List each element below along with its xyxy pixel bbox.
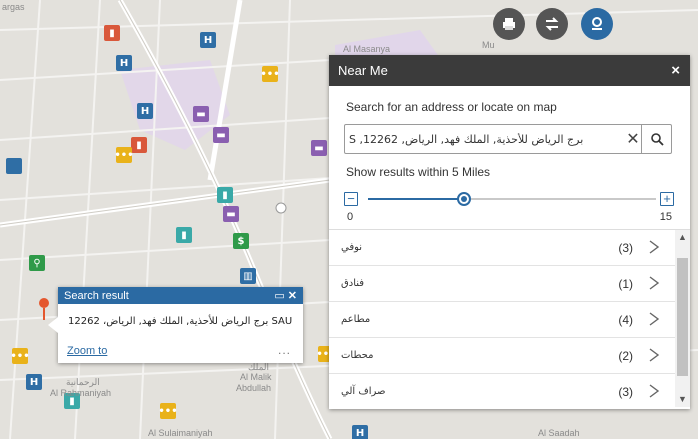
swap-icon: [545, 17, 559, 31]
chevron-right-icon: [649, 384, 660, 398]
search-prompt: Search for an address or locate on map: [346, 100, 557, 114]
panel-title: Near Me: [338, 63, 388, 78]
printer-icon: [503, 18, 515, 30]
slider-max-label: 15: [659, 211, 672, 223]
address-input[interactable]: [345, 125, 625, 153]
result-row[interactable]: فنادق (1): [329, 266, 675, 302]
more-menu-icon[interactable]: ...: [278, 343, 291, 357]
shop-icon[interactable]: ▮: [176, 227, 192, 243]
slider-thumb[interactable]: [457, 192, 471, 206]
close-button[interactable]: ×: [671, 62, 680, 79]
hotel-icon[interactable]: H: [116, 55, 132, 71]
popup-address: برج الرياض للأحذية, الملك فهد, الرياض، 1…: [68, 316, 293, 327]
clear-icon[interactable]: ✕: [625, 125, 641, 153]
result-count: (1): [618, 276, 633, 291]
swap-button[interactable]: [536, 8, 568, 40]
hotel-icon[interactable]: H: [137, 103, 153, 119]
map-label: argas: [2, 2, 25, 12]
chevron-right-icon: [649, 348, 660, 362]
result-count: (2): [618, 348, 633, 363]
map-label: Al Sulaimaniyah: [148, 428, 213, 438]
result-name: فنادق: [341, 278, 365, 289]
hotel-icon[interactable]: H: [352, 425, 368, 439]
hotel-icon[interactable]: [6, 158, 22, 174]
address-search: ✕: [344, 124, 672, 154]
chevron-right-icon: [649, 276, 660, 290]
result-row[interactable]: صراف آلي (3): [329, 374, 675, 407]
slider-min-label: 0: [347, 211, 354, 223]
near-me-panel: Near Me × Search for an address or locat…: [329, 55, 690, 409]
bed-icon[interactable]: ▬: [213, 127, 229, 143]
zoom-to-link[interactable]: Zoom to: [67, 345, 107, 357]
bed-icon[interactable]: ▬: [311, 140, 327, 156]
map-label: الرحمانية: [66, 377, 100, 387]
search-result-popup: Search result ▭ ✕ برج الرياض للأحذية, ال…: [48, 287, 303, 363]
results-scrollbar[interactable]: ▲ ▼: [675, 230, 690, 407]
food-icon[interactable]: •••: [260, 66, 280, 82]
map-label: Al Malik: [240, 372, 272, 382]
near-me-header: Near Me ×: [329, 55, 690, 86]
maximize-icon[interactable]: ▭: [274, 290, 284, 302]
shop-icon[interactable]: ▮: [217, 187, 233, 203]
map-label: Mu: [482, 40, 495, 50]
bed-icon[interactable]: ▬: [223, 206, 239, 222]
location-icon: [592, 17, 602, 30]
close-icon[interactable]: ✕: [288, 290, 297, 302]
print-button[interactable]: [493, 8, 525, 40]
pedestrian-icon[interactable]: ⚲: [29, 255, 45, 271]
hotel-icon[interactable]: H: [200, 32, 216, 48]
food-icon[interactable]: •••: [114, 147, 134, 163]
slider-track[interactable]: [368, 192, 656, 206]
museum-icon[interactable]: ▥: [240, 268, 256, 284]
map-label: Al Saadah: [538, 428, 580, 438]
chevron-right-icon: [649, 312, 660, 326]
slider-fill: [368, 198, 464, 200]
popup-pointer: [48, 317, 58, 333]
result-count: (4): [618, 312, 633, 327]
result-row[interactable]: نوفي (3): [329, 230, 675, 266]
map-label: Al Rahmaniyah: [50, 388, 112, 398]
popup-header: Search result ▭ ✕: [58, 287, 303, 304]
result-row[interactable]: محطات (2): [329, 338, 675, 374]
search-icon: [650, 133, 664, 146]
bank-icon[interactable]: $: [233, 233, 249, 249]
scrollbar-thumb[interactable]: [677, 258, 688, 376]
result-name: نوفي: [341, 242, 363, 253]
search-button[interactable]: [641, 125, 671, 153]
radius-slider[interactable]: − +: [344, 189, 674, 209]
result-count: (3): [618, 240, 633, 255]
scroll-down-icon[interactable]: ▼: [678, 394, 687, 404]
result-name: صراف آلي: [341, 386, 386, 397]
result-name: محطات: [341, 350, 374, 361]
results-list: نوفي (3) فنادق (1) مطاعم (4) محطات (2) ص…: [329, 229, 690, 407]
bed-icon[interactable]: ▬: [193, 106, 209, 122]
hotel-icon[interactable]: H: [26, 374, 42, 390]
result-count: (3): [618, 384, 633, 399]
locate-button[interactable]: [581, 8, 613, 40]
decrease-radius-button[interactable]: −: [344, 192, 358, 206]
increase-radius-button[interactable]: +: [660, 192, 674, 206]
map-label: Al Masanya: [343, 44, 391, 54]
fuel-icon[interactable]: ▮: [104, 25, 120, 41]
popup-controls: ▭ ✕: [274, 289, 297, 302]
chevron-right-icon: [649, 240, 660, 254]
scroll-up-icon[interactable]: ▲: [678, 232, 687, 242]
radius-label: Show results within 5 Miles: [346, 165, 491, 179]
food-icon[interactable]: •••: [158, 403, 178, 419]
food-icon[interactable]: •••: [10, 348, 30, 364]
result-name: مطاعم: [341, 314, 371, 325]
map-label: Abdullah: [236, 383, 272, 393]
result-row[interactable]: مطاعم (4): [329, 302, 675, 338]
popup-title: Search result: [64, 289, 129, 302]
